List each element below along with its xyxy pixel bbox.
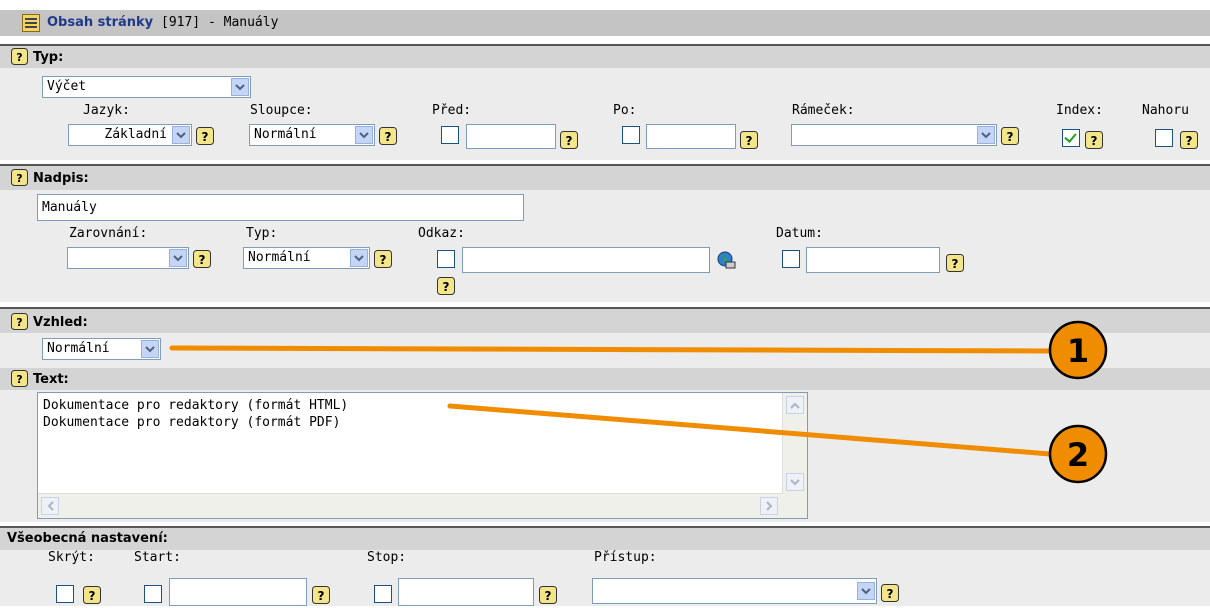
callout-1-number: 1 bbox=[1067, 332, 1089, 370]
callout-2-line bbox=[447, 403, 1053, 457]
callout-1-line bbox=[169, 345, 1053, 354]
callout-lines: 1 2 bbox=[169, 320, 1108, 484]
callout-2-number: 2 bbox=[1067, 436, 1089, 474]
